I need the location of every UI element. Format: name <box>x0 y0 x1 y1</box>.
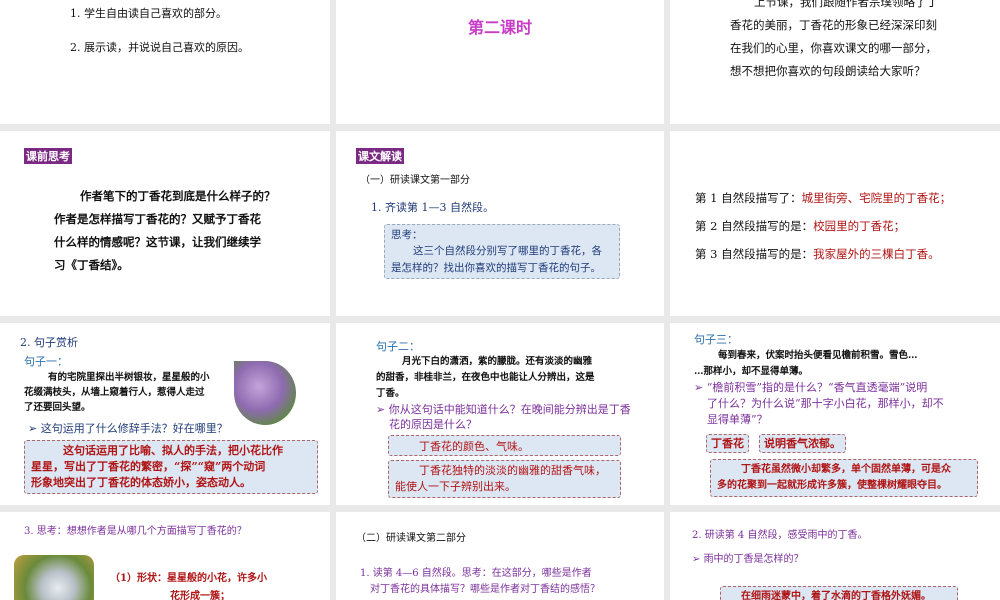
text-line: 作者笔下的丁香花到底是什么样子的？ <box>80 189 276 203</box>
text-line: 是怎样的？找出你喜欢的描写丁香花的句子。 <box>391 261 601 274</box>
row: 第 1 自然段描写了：城里街旁、宅院里的丁香花； <box>695 191 952 205</box>
lilac-photo <box>234 361 296 425</box>
section-tag: 课前思考 <box>24 148 72 164</box>
text-line: 2. 展示读，并说说自己喜欢的原因。 <box>70 41 249 54</box>
question: ➢ 你从这句话中能知道什么？在晚间能分辨出是丁香 花的原因是什么？ <box>376 403 631 431</box>
heading: 3. 思考：想想作者是从哪几个方面描写丁香花的？ <box>24 526 247 537</box>
text-line: 上节课，我们跟随作者宗璞领略了丁 <box>754 0 938 9</box>
answer-box: 这句话运用了比喻、拟人的手法，把小花比作 星星，写出了丁香花的繁密，“探”“窥”… <box>24 440 318 494</box>
question: ➢ 雨中的丁香是怎样的？ <box>692 554 804 565</box>
answer: （1）形状：星星般的小花，许多小 花形成一簇； <box>110 573 267 600</box>
heading: 2. 句子赏析 <box>20 336 78 349</box>
question: ➢ 这句运用了什么修辞手法？好在哪里？ <box>28 422 228 435</box>
row: 第 3 自然段描写的是：我家屋外的三棵白丁香。 <box>695 247 940 261</box>
slide-3[interactable]: 上节课，我们跟随作者宗璞领略了丁 香花的美丽，丁香花的形象已经深深印刻 在我们的… <box>670 0 1000 124</box>
slide-10[interactable]: 3. 思考：想想作者是从哪几个方面描写丁香花的？ （1）形状：星星般的小花，许多… <box>0 512 330 600</box>
slide-6[interactable]: 第 1 自然段描写了：城里街旁、宅院里的丁香花； 第 2 自然段描写的是：校园里… <box>670 131 1000 316</box>
subheading: （一）研读课文第一部分 <box>360 175 470 186</box>
box-title: 思考： <box>391 229 423 241</box>
slide-2[interactable]: 第二课时 <box>336 0 664 124</box>
quote: 月光下白的潇洒，紫的朦胧。还有淡淡的幽雅 的甜香，非桂非兰，在夜色中也能让人分辨… <box>376 356 595 399</box>
text-line: 作者是怎样描写丁香花的？又赋予丁香花 <box>54 212 261 226</box>
slide-11[interactable]: （二）研读课文第二部分 1. 读第 4—6 自然段。思考：在这部分，哪些是作者 … <box>336 512 664 600</box>
slide-9[interactable]: 句子三： 每到春来，伏案时抬头便看见檐前积雪。雪色… …那样小，却不显得单薄。 … <box>670 323 1000 505</box>
answer-chip: 丁香花 <box>706 434 749 454</box>
text-line: 习《丁香结》。 <box>54 258 129 272</box>
subheading: （二）研读课文第二部分 <box>356 533 466 544</box>
slide-1[interactable]: 1. 学生自由读自己喜欢的部分。 2. 展示读，并说说自己喜欢的原因。 <box>0 0 330 124</box>
slide-5[interactable]: 课文解读 （一）研读课文第一部分 1. 齐读第 1—3 自然段。 思考： 这三个… <box>336 131 664 316</box>
lilac-photo <box>14 555 94 600</box>
think-box: 思考： 这三个自然段分别写了哪里的丁香花，各 是怎样的？找出你喜欢的描写丁香花的… <box>384 224 620 279</box>
slide-7[interactable]: 2. 句子赏析 句子一： 有的宅院里探出半树银妆，星星般的小 花缀满枝头，从墙上… <box>0 323 330 505</box>
answer-box: 丁香花的颜色、气味。 <box>388 435 621 456</box>
quote: 有的宅院里探出半树银妆，星星般的小 花缀满枝头，从墙上窥着行人，惹得人走过 了还… <box>24 372 210 413</box>
sentence-label: 句子一： <box>24 355 68 368</box>
slide-12[interactable]: 2. 研读第 4 自然段，感受雨中的丁香。 ➢ 雨中的丁香是怎样的？ 在细雨迷蒙… <box>670 512 1000 600</box>
text-line: 1. 学生自由读自己喜欢的部分。 <box>70 7 227 20</box>
question: ➢ “檐前积雪”指的是什么？“香气直透毫端”说明 了什么？为什么说“那十字小白花… <box>694 381 944 426</box>
list-item: 1. 齐读第 1—3 自然段。 <box>371 201 494 214</box>
task: 1. 读第 4—6 自然段。思考：在这部分，哪些是作者 对丁香花的具体描写？哪些… <box>360 568 600 595</box>
sentence-label: 句子三： <box>694 333 738 346</box>
row: 第 2 自然段描写的是：校园里的丁香花； <box>695 219 906 233</box>
answer-chip: 说明香气浓郁。 <box>759 434 846 454</box>
text-line: 想不想把你喜欢的句段朗读给大家听？ <box>730 64 926 78</box>
text-line: 什么样的情感呢？这节课，让我们继续学 <box>54 235 261 249</box>
slide-4[interactable]: 课前思考 作者笔下的丁香花到底是什么样子的？ 作者是怎样描写丁香花的？又赋予丁香… <box>0 131 330 316</box>
section-tag: 课文解读 <box>356 148 404 164</box>
paragraph: 作者笔下的丁香花到底是什么样子的？ 作者是怎样描写丁香花的？又赋予丁香花 什么样… <box>54 185 276 277</box>
paragraph: 上节课，我们跟随作者宗璞领略了丁 香花的美丽，丁香花的形象已经深深印刻 在我们的… <box>730 0 938 83</box>
text-line: 这三个自然段分别写了哪里的丁香花，各 <box>413 245 602 258</box>
text-line: 香花的美丽，丁香花的形象已经深深印刻 <box>730 18 937 32</box>
answer-list: 第 1 自然段描写了：城里街旁、宅院里的丁香花； 第 2 自然段描写的是：校园里… <box>695 184 951 268</box>
answer-box: 丁香花虽然微小却繁多，单个固然单薄，可是众 多的花聚到一起就形成许多簇，使整棵树… <box>710 459 978 497</box>
answer-box: 在细雨迷蒙中，着了水滴的丁香格外妩媚。 <box>720 586 958 600</box>
slide-8[interactable]: 句子二： 月光下白的潇洒，紫的朦胧。还有淡淡的幽雅 的甜香，非桂非兰，在夜色中也… <box>336 323 664 505</box>
slide-title: 第二课时 <box>468 18 533 37</box>
quote: 每到春来，伏案时抬头便看见檐前积雪。雪色… …那样小，却不显得单薄。 <box>694 350 918 377</box>
text-line: 在我们的心里，你喜欢课文的哪一部分， <box>730 41 937 55</box>
heading: 2. 研读第 4 自然段，感受雨中的丁香。 <box>692 530 868 541</box>
answer-box: 丁香花独特的淡淡的幽雅的甜香气味， 能使人一下子辨别出来。 <box>388 460 621 498</box>
